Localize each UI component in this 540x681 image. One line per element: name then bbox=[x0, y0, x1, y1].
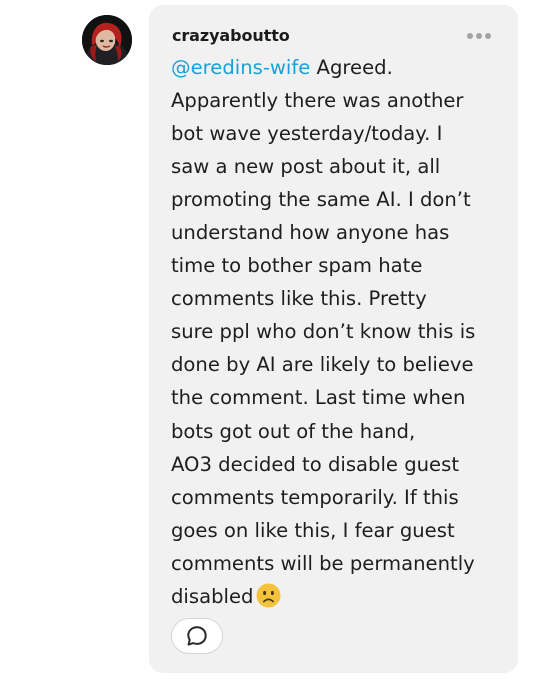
comment-line: understand how anyone has bbox=[171, 221, 450, 245]
comment-line: comments will be permanently bbox=[171, 551, 475, 575]
comment-line: goes on like this, I fear guest bbox=[171, 518, 455, 542]
more-options-icon-dot bbox=[485, 33, 491, 39]
comment-line: bots got out of the hand, bbox=[171, 419, 416, 443]
comment-bubble: crazyaboutto @eredins-wife Agreed. Appar… bbox=[149, 5, 518, 673]
comment-line: @eredins-wife Agreed. bbox=[171, 56, 393, 79]
comment-line: done by AI are likely to believe bbox=[171, 353, 474, 377]
comment-line: time to bother spam hate bbox=[171, 254, 423, 278]
reply-button[interactable] bbox=[171, 618, 223, 654]
more-options-icon-dot bbox=[476, 33, 482, 39]
comment-text: @eredins-wife Agreed. Apparently there w… bbox=[171, 51, 506, 618]
comment-line: Apparently there was another bbox=[171, 89, 464, 113]
reply-speech-bubble-icon bbox=[187, 626, 207, 646]
mention-link[interactable]: @eredins-wife bbox=[171, 56, 310, 79]
comment-line: the comment. Last time when bbox=[171, 386, 466, 410]
comment-line: disabled bbox=[171, 580, 506, 618]
avatar-red-haired-figure-icon bbox=[82, 15, 132, 65]
comment-line: bot wave yesterday/today. I bbox=[171, 122, 443, 146]
comment-line: promoting the same AI. I don’t bbox=[171, 188, 471, 212]
comment-line: sure ppl who don’t know this is bbox=[171, 320, 476, 344]
avatar[interactable] bbox=[82, 15, 132, 65]
comment-line: comments temporarily. If this bbox=[171, 485, 459, 509]
comment-username[interactable]: crazyaboutto bbox=[172, 26, 290, 45]
more-options-icon-dot bbox=[467, 33, 473, 39]
more-options-button[interactable] bbox=[464, 27, 494, 45]
comment-line: comments like this. Pretty bbox=[171, 287, 427, 311]
comment-line: saw a new post about it, all bbox=[171, 155, 441, 179]
comment-line: AO3 decided to disable guest bbox=[171, 452, 460, 476]
sad-face-emoji-icon bbox=[256, 583, 281, 618]
